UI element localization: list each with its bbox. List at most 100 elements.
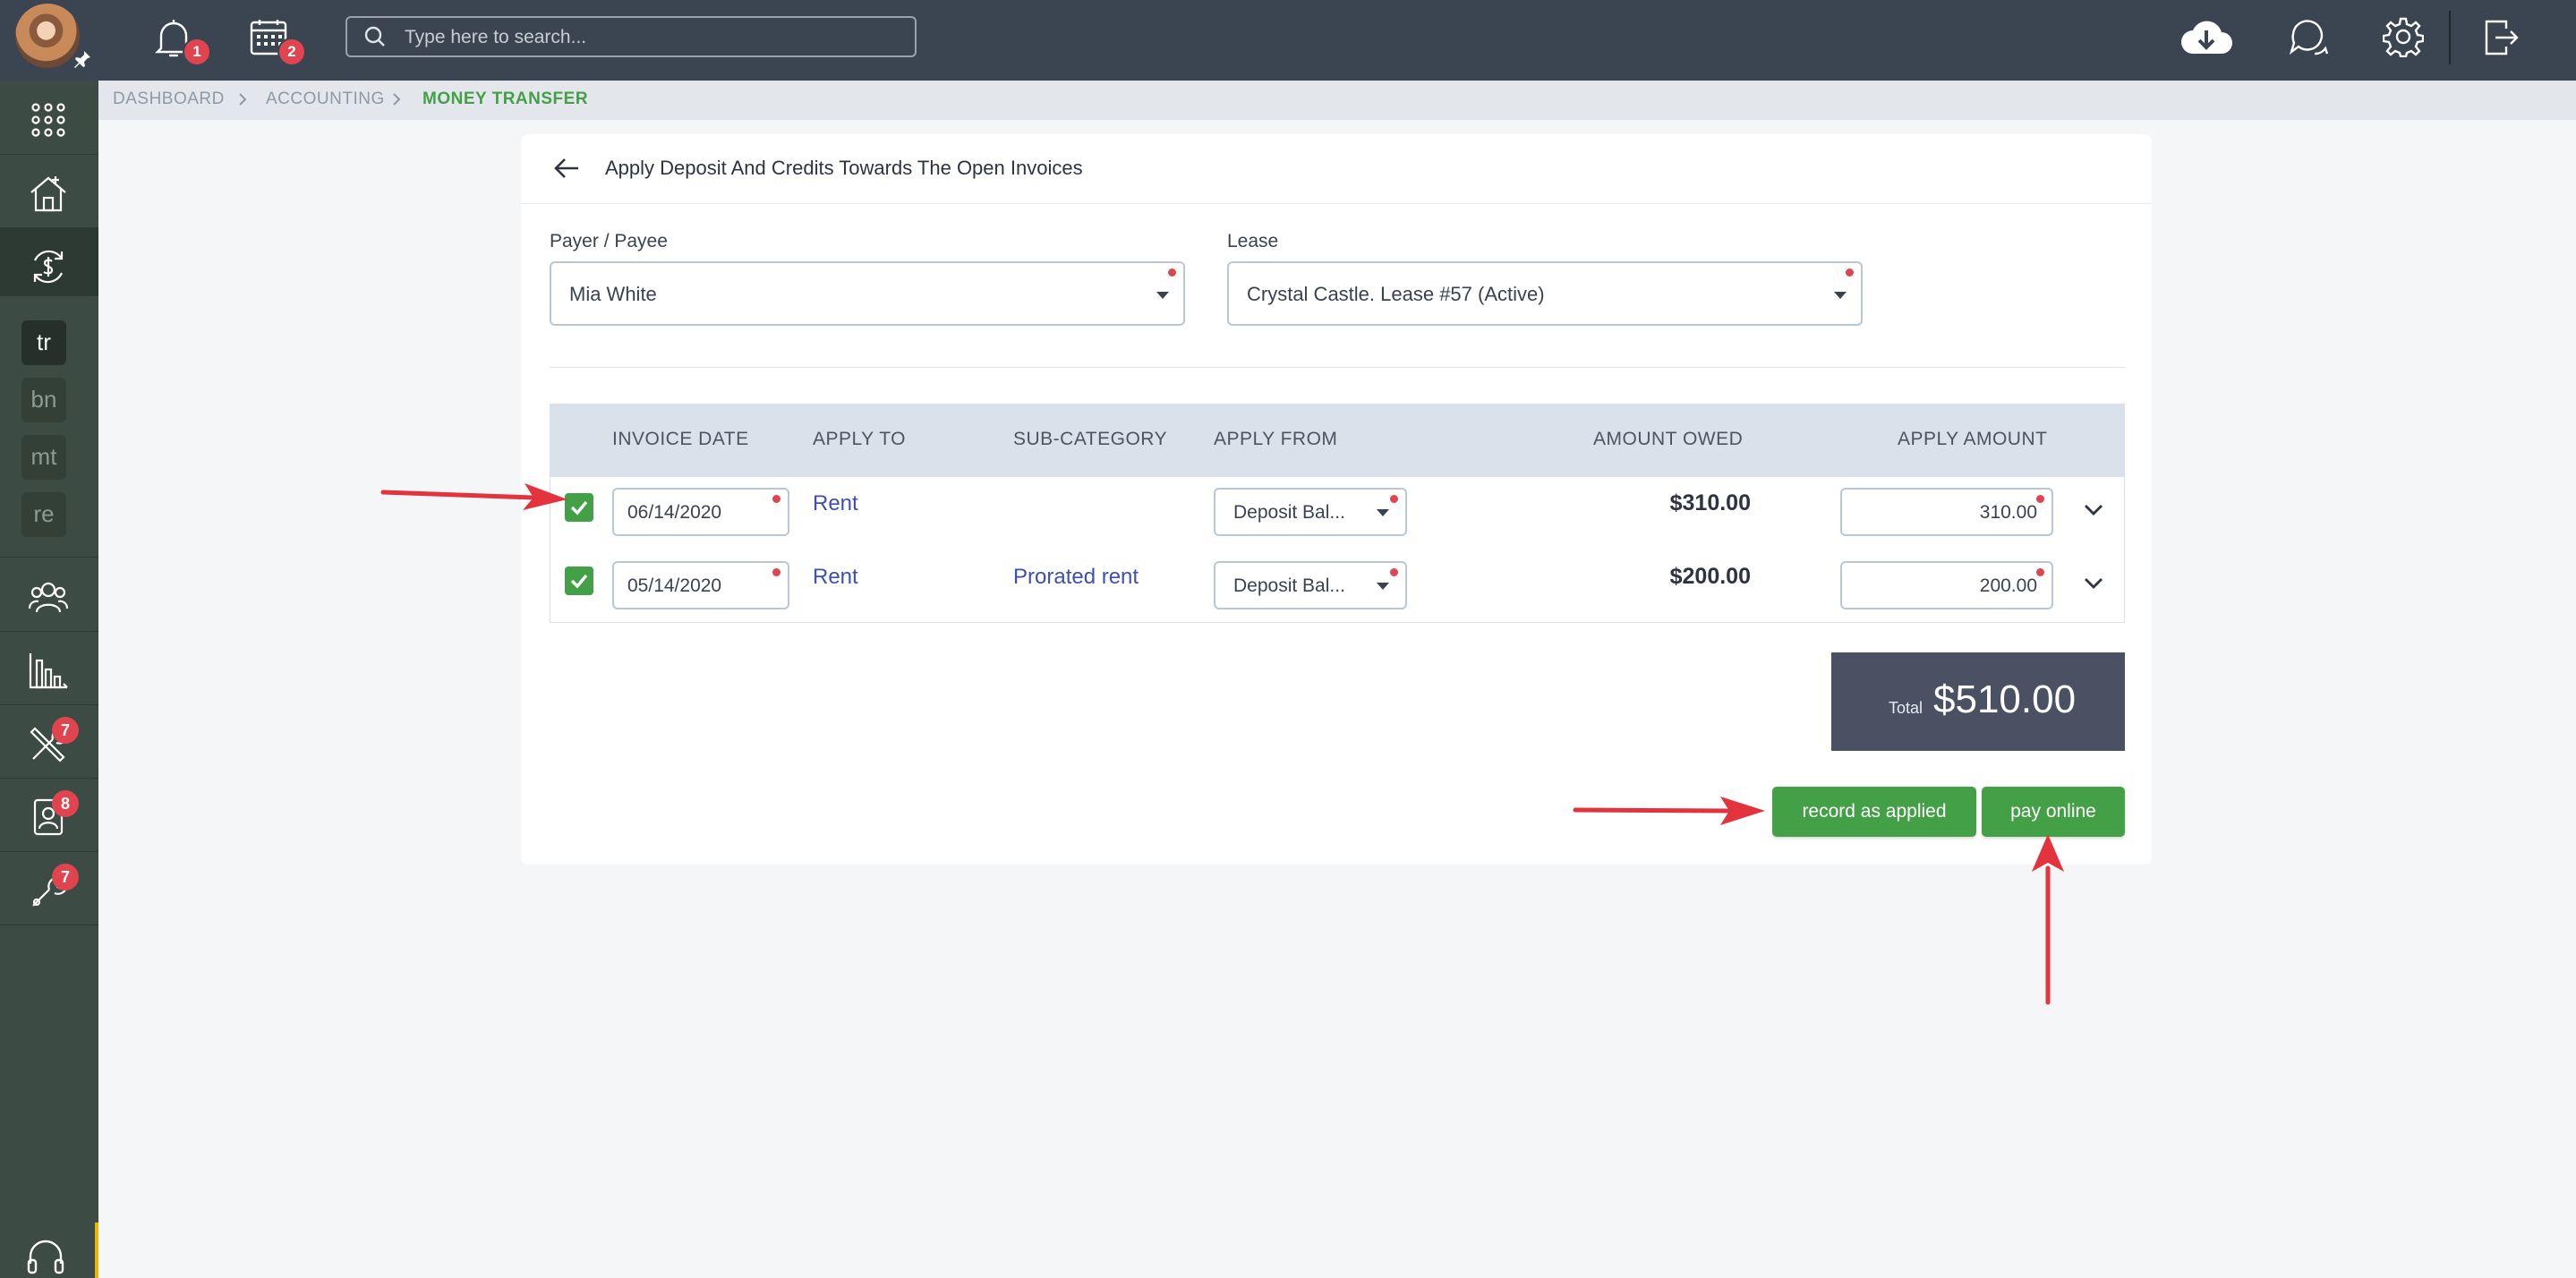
sub-category-link[interactable]: Prorated rent	[1013, 565, 1139, 590]
payer-label: Payer / Payee	[550, 231, 668, 251]
total-value: $510.00	[1933, 677, 2077, 721]
maintenance-badge: 7	[52, 717, 79, 744]
invoice-date-input[interactable]: 05/14/2020	[612, 561, 789, 609]
apply-from-value: Deposit Bal...	[1233, 575, 1345, 596]
support-button[interactable]	[0, 1223, 98, 1278]
apply-amount-value: 200.00	[1979, 575, 2037, 596]
house-icon	[30, 176, 66, 212]
expand-row-button[interactable]	[2082, 501, 2105, 519]
required-dot	[772, 495, 780, 503]
apply-amount-input[interactable]: 200.00	[1840, 561, 2053, 609]
apply-amount-value: 310.00	[1979, 502, 2037, 523]
required-dot	[772, 568, 780, 576]
apply-to-link[interactable]: Rent	[813, 565, 858, 590]
avatar[interactable]	[15, 4, 80, 68]
chevron-right-icon	[239, 93, 247, 106]
logout-icon	[2485, 20, 2519, 55]
sidebar-item-people[interactable]	[0, 558, 98, 632]
back-button[interactable]	[553, 156, 580, 181]
record-as-applied-button[interactable]: record as applied	[1772, 787, 1976, 837]
sidebar-subitem-tr[interactable]: tr	[21, 320, 66, 365]
invoice-date-value: 05/14/2020	[627, 575, 722, 596]
apply-from-select[interactable]: Deposit Bal...	[1214, 488, 1407, 536]
col-amount-owed: AMOUNT OWED	[1593, 429, 1744, 449]
amount-owed: $200.00	[1669, 564, 1751, 589]
apply-to-link[interactable]: Rent	[813, 491, 858, 516]
chevron-down-icon	[2085, 505, 2103, 515]
required-dot	[1846, 268, 1854, 277]
page-title: Apply Deposit And Credits Towards The Op…	[605, 157, 1083, 179]
sidebar-item-apps[interactable]	[0, 81, 98, 155]
payer-select[interactable]: Mia White	[550, 261, 1185, 326]
card-header-divider	[521, 203, 2152, 204]
sidebar-item-properties[interactable]	[0, 154, 98, 228]
required-dot	[1390, 495, 1398, 503]
sidebar-subitem-bn[interactable]: bn	[21, 378, 66, 422]
notifications-button[interactable]: 1	[154, 16, 211, 66]
search-icon	[364, 26, 385, 47]
calendar-button[interactable]: 2	[249, 18, 306, 66]
breadcrumb-money-transfer: MONEY TRANSFER	[422, 89, 589, 108]
col-apply-amount: APPLY AMOUNT	[1898, 429, 2048, 449]
col-invoice-date: INVOICE DATE	[612, 429, 749, 449]
sidebar-item-marketplace[interactable]: 7	[0, 851, 98, 925]
check-icon	[570, 574, 588, 589]
payer-value: Mia White	[569, 283, 657, 305]
calendar-badge: 2	[277, 38, 306, 66]
download-button[interactable]	[2179, 20, 2234, 55]
apply-from-select[interactable]: Deposit Bal...	[1214, 561, 1407, 609]
annotation-arrow	[1573, 797, 1765, 825]
arrow-left-icon	[554, 158, 578, 178]
pay-online-button[interactable]: pay online	[1982, 787, 2125, 837]
logout-button[interactable]	[2483, 18, 2521, 57]
chevron-down-icon	[2085, 578, 2103, 589]
search-input[interactable]	[403, 25, 890, 50]
sidebar-item-maintenance[interactable]: 7	[0, 704, 98, 779]
required-dot	[1390, 568, 1398, 576]
sidebar-subitem-re[interactable]: re	[21, 492, 66, 537]
people-icon	[28, 582, 69, 613]
section-divider	[550, 367, 2125, 368]
breadcrumb-dashboard[interactable]: DASHBOARD	[113, 89, 225, 109]
required-dot	[1168, 268, 1176, 277]
required-dot	[2036, 495, 2044, 503]
amount-owed: $310.00	[1669, 490, 1751, 515]
breadcrumb-accounting[interactable]: ACCOUNTING	[266, 89, 385, 109]
sidebar-item-reports[interactable]	[0, 631, 98, 705]
sidebar-subitem-mt[interactable]: mt	[21, 435, 66, 480]
sidebar-item-applications[interactable]: 8	[0, 778, 98, 852]
total-box: Total $510.00	[1831, 652, 2125, 751]
invoice-date-input[interactable]: 06/14/2020	[612, 488, 789, 536]
settings-button[interactable]	[2383, 16, 2424, 57]
grid-icon	[31, 103, 65, 137]
annotation-arrow	[380, 483, 567, 510]
applications-badge: 8	[52, 790, 79, 817]
search-box[interactable]	[345, 16, 917, 57]
total-label: Total	[1889, 699, 1923, 717]
apply-from-value: Deposit Bal...	[1233, 502, 1345, 523]
chevron-right-icon	[393, 93, 401, 106]
sidebar-item-accounting[interactable]	[0, 227, 98, 296]
chat-button[interactable]	[2288, 16, 2329, 57]
notifications-badge: 1	[183, 38, 211, 66]
gear-icon	[2383, 17, 2424, 57]
topbar-divider	[2449, 11, 2451, 64]
caret-down-icon	[1156, 292, 1169, 299]
col-apply-to: APPLY TO	[813, 429, 907, 449]
marketplace-badge: 7	[52, 864, 79, 890]
col-sub-category: SUB-CATEGORY	[1013, 429, 1168, 449]
cloud-download-icon	[2181, 21, 2232, 54]
required-dot	[2036, 568, 2044, 576]
apply-amount-input[interactable]: 310.00	[1840, 488, 2053, 536]
lease-value: Crystal Castle. Lease #57 (Active)	[1247, 283, 1545, 305]
lease-label: Lease	[1227, 231, 1279, 251]
headset-icon	[27, 1240, 64, 1274]
expand-row-button[interactable]	[2082, 575, 2105, 592]
chat-icon	[2289, 20, 2329, 55]
row-checkbox[interactable]	[565, 567, 593, 595]
lease-select[interactable]: Crystal Castle. Lease #57 (Active)	[1227, 261, 1863, 326]
chart-icon	[29, 653, 68, 689]
pin-icon[interactable]	[72, 48, 93, 70]
money-transfer-icon	[33, 250, 64, 284]
caret-down-icon	[1834, 292, 1847, 299]
